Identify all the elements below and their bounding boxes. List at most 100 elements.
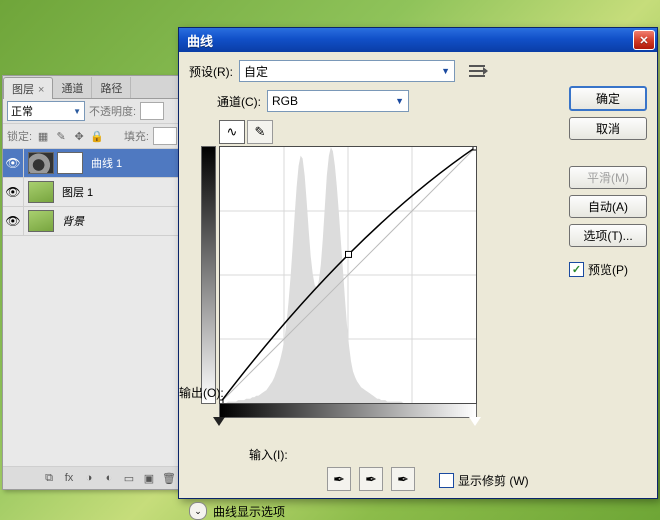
- titlebar[interactable]: 曲线 ✕: [179, 28, 657, 52]
- show-clipping[interactable]: 显示修剪 (W): [439, 472, 529, 489]
- options-button[interactable]: 选项(T)...: [569, 224, 647, 247]
- layer-list-empty: [3, 236, 181, 466]
- mask-icon[interactable]: ◑: [81, 471, 97, 485]
- white-point-slider[interactable]: [469, 417, 481, 426]
- curve-point[interactable]: [346, 251, 352, 257]
- channel-value: RGB: [272, 94, 298, 108]
- white-eyedropper[interactable]: ✒: [391, 467, 415, 491]
- lock-label: 锁定:: [7, 128, 32, 144]
- layer-thumb[interactable]: [28, 181, 54, 203]
- eyedroppers: ✒ ✒ ✒: [327, 467, 415, 491]
- channel-label: 通道(C):: [217, 93, 261, 110]
- adjustment-icon[interactable]: ◐: [101, 471, 117, 485]
- layer-name: 背景: [62, 213, 84, 229]
- input-slider: [219, 418, 477, 430]
- gray-eyedropper[interactable]: ✒: [359, 467, 383, 491]
- disclosure[interactable]: ⌄ 曲线显示选项: [189, 502, 285, 520]
- button-label: 选项(T)...: [583, 227, 632, 244]
- lock-icons: ▦ ✎ ✥ 🔒: [36, 129, 104, 143]
- opacity-label: 不透明度:: [89, 103, 136, 119]
- fill-field[interactable]: [153, 127, 177, 145]
- lock-paint-icon[interactable]: ✎: [54, 129, 68, 143]
- tab-label: 图层: [12, 84, 34, 96]
- visibility-icon[interactable]: 👁: [3, 207, 24, 235]
- curve-pencil-tool[interactable]: ✎: [247, 120, 273, 144]
- output-gradient: [201, 146, 216, 404]
- preset-value: 自定: [244, 63, 268, 80]
- fx-icon[interactable]: fx: [61, 471, 77, 485]
- panel-tabs: 图层 × 通道 路径: [3, 76, 181, 99]
- button-label: 取消: [596, 120, 620, 137]
- chevron-down-icon: ▼: [73, 107, 81, 116]
- dialog-title: 曲线: [187, 31, 213, 50]
- close-icon[interactable]: ×: [38, 84, 44, 96]
- preset-select[interactable]: 自定 ▼: [239, 60, 455, 82]
- tab-paths[interactable]: 路径: [92, 77, 131, 98]
- tab-channels[interactable]: 通道: [53, 77, 92, 98]
- preview-label: 预览(P): [588, 261, 628, 278]
- cancel-button[interactable]: 取消: [569, 117, 647, 140]
- curve-svg: [220, 147, 476, 403]
- layer-row[interactable]: 👁 图层 1: [3, 178, 181, 207]
- trash-icon[interactable]: 🗑: [161, 471, 177, 485]
- blend-row: 正常 ▼ 不透明度:: [3, 99, 181, 124]
- lock-move-icon[interactable]: ✥: [72, 129, 86, 143]
- tab-label: 通道: [61, 83, 83, 95]
- layer-name: 曲线 1: [91, 155, 122, 171]
- button-label: 确定: [596, 90, 620, 107]
- link-icon[interactable]: ⧉: [41, 471, 57, 485]
- layer-name: 图层 1: [62, 184, 93, 200]
- lock-transparent-icon[interactable]: ▦: [36, 129, 50, 143]
- curves-dialog: 曲线 ✕ 预设(R): 自定 ▼ 通道(C): RGB ▼: [178, 27, 658, 499]
- auto-button[interactable]: 自动(A): [569, 195, 647, 218]
- disclosure-label: 曲线显示选项: [213, 503, 285, 520]
- preset-menu-icon[interactable]: [469, 65, 485, 77]
- close-button[interactable]: ✕: [633, 30, 655, 50]
- preview-checkbox[interactable]: ✓ 预览(P): [569, 261, 647, 278]
- chevron-down-icon: ⌄: [189, 502, 207, 520]
- lock-all-icon[interactable]: 🔒: [90, 129, 104, 143]
- new-layer-icon[interactable]: ▣: [141, 471, 157, 485]
- input-label: 输入(I):: [249, 446, 288, 463]
- curve-graph[interactable]: [219, 146, 477, 404]
- panel-footer: ⧉ fx ◑ ◐ ▭ ▣ 🗑: [3, 466, 181, 489]
- output-label: 输出(O):: [179, 384, 224, 401]
- chevron-down-icon: ▼: [441, 66, 450, 76]
- viewport: 图层 × 通道 路径 正常 ▼ 不透明度: 锁定: ▦ ✎ ✥ 🔒 填充:: [0, 0, 660, 520]
- layer-list: 👁 曲线 1 👁 图层 1 👁 背景: [3, 149, 181, 466]
- smooth-button: 平滑(M): [569, 166, 647, 189]
- fill-label: 填充:: [124, 128, 149, 144]
- visibility-icon[interactable]: 👁: [3, 149, 24, 177]
- blend-mode-value: 正常: [11, 103, 33, 119]
- curve-point-tool[interactable]: ∿: [219, 120, 245, 144]
- checkbox-checked[interactable]: ✓: [569, 262, 584, 277]
- layer-row[interactable]: 👁 曲线 1: [3, 149, 181, 178]
- button-label: 平滑(M): [587, 169, 629, 186]
- show-clipping-label: 显示修剪 (W): [458, 472, 529, 489]
- input-gradient: [219, 404, 477, 418]
- checkbox[interactable]: [439, 473, 454, 488]
- layer-mask[interactable]: [57, 152, 83, 174]
- black-eyedropper[interactable]: ✒: [327, 467, 351, 491]
- black-point-slider[interactable]: [213, 417, 225, 426]
- dialog-body: 预设(R): 自定 ▼ 通道(C): RGB ▼ ∿ ✎: [179, 52, 657, 438]
- button-label: 自动(A): [588, 198, 628, 215]
- layer-thumb[interactable]: [28, 210, 54, 232]
- button-column: 确定 取消 平滑(M) 自动(A) 选项(T)... ✓ 预览(P): [569, 86, 647, 278]
- opacity-field[interactable]: [140, 102, 164, 120]
- layers-panel: 图层 × 通道 路径 正常 ▼ 不透明度: 锁定: ▦ ✎ ✥ 🔒 填充:: [2, 75, 182, 490]
- close-icon: ✕: [639, 34, 648, 47]
- preset-label: 预设(R):: [189, 63, 233, 80]
- visibility-icon[interactable]: 👁: [3, 178, 24, 206]
- channel-select[interactable]: RGB ▼: [267, 90, 409, 112]
- blend-mode-select[interactable]: 正常 ▼: [7, 101, 85, 121]
- chevron-down-icon: ▼: [395, 96, 404, 106]
- ok-button[interactable]: 确定: [569, 86, 647, 111]
- folder-icon[interactable]: ▭: [121, 471, 137, 485]
- curve-point[interactable]: [473, 147, 476, 150]
- tab-layers[interactable]: 图层 ×: [3, 77, 53, 99]
- layer-thumb[interactable]: [28, 152, 54, 174]
- layer-row[interactable]: 👁 背景: [3, 207, 181, 236]
- preset-row: 预设(R): 自定 ▼: [189, 60, 647, 82]
- lock-row: 锁定: ▦ ✎ ✥ 🔒 填充:: [3, 124, 181, 149]
